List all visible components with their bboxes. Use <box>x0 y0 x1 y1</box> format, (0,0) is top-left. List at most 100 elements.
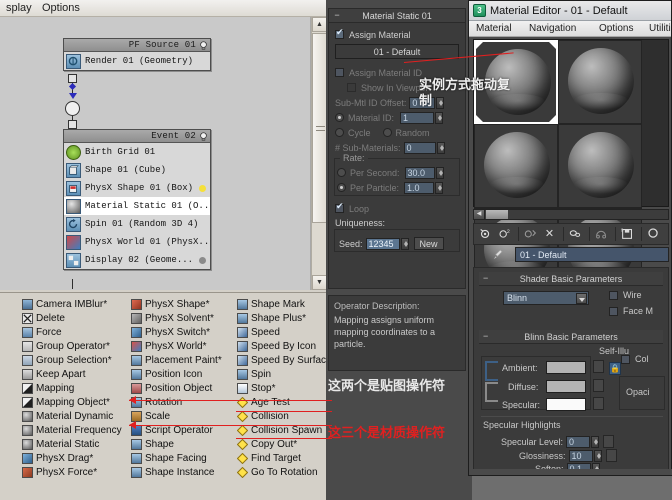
per-particle-row[interactable]: Per Particle: 1.0 <box>335 180 459 195</box>
assign-material-to-selection-icon[interactable] <box>522 226 539 243</box>
depot-item-speed-by-icon[interactable]: Speed By Icon <box>237 339 326 353</box>
per-second-field[interactable]: 30.0 <box>405 167 435 179</box>
pf-row[interactable]: Render 01 (Geometry) <box>64 52 210 70</box>
hscrollbar-thumb[interactable] <box>486 210 508 219</box>
menu-material[interactable]: Material <box>473 22 515 36</box>
put-to-library-icon[interactable]: 9 <box>619 226 636 243</box>
depot-item-scale[interactable]: Scale <box>131 409 235 423</box>
wire-row[interactable]: Wire <box>609 290 642 300</box>
menu-display[interactable]: splay <box>2 1 36 16</box>
reset-map-icon[interactable]: ✕ <box>541 226 558 243</box>
collapse-icon[interactable]: − <box>483 274 488 283</box>
material-button[interactable]: 01 - Default <box>335 44 459 59</box>
pf-row[interactable]: Display 02 (Geome... <box>64 251 210 269</box>
depot-item-delete[interactable]: Delete <box>22 311 128 325</box>
specular-level-row[interactable]: Specular Level: 0 <box>501 435 614 448</box>
depot-item-group-operator[interactable]: Group Operator* <box>22 339 128 353</box>
loop-row[interactable]: Loop <box>329 201 465 216</box>
pf-row[interactable]: PhysX Shape 01 (Box) <box>64 179 210 197</box>
depot-item-mapping[interactable]: Mapping <box>22 381 128 395</box>
glossiness-row[interactable]: Glossiness: 10 <box>519 449 617 462</box>
pf-row-selected-material-static[interactable]: Material Static 01 (O... <box>64 197 210 215</box>
rollup-header-shader-basic-parameters[interactable]: − Shader Basic Parameters <box>479 272 663 286</box>
scroll-down-arrow[interactable]: ▼ <box>312 275 327 290</box>
self-illum-color-row[interactable]: Col <box>621 354 649 364</box>
node-input-plug[interactable] <box>68 120 77 129</box>
glossiness-field[interactable]: 10 <box>569 450 593 462</box>
scroll-left-arrow[interactable]: ◀ <box>474 210 485 219</box>
depot-item-camera-imblur[interactable]: Camera IMBlur* <box>22 297 128 311</box>
menu-utilities[interactable]: Utiliti <box>646 22 672 36</box>
depot-item-copy-out[interactable]: Copy Out* <box>237 437 326 451</box>
specular-level-spinner[interactable] <box>591 436 599 448</box>
pf-node-event-02[interactable]: Event 02 Birth Grid 01 Shape 01 (Cube) <box>63 129 211 270</box>
diffuse-specular-lock-icon[interactable] <box>485 382 498 402</box>
get-material-icon[interactable] <box>477 226 494 243</box>
menu-options[interactable]: Options <box>596 22 636 36</box>
depot-item-go-to-rotation[interactable]: Go To Rotation <box>237 465 326 479</box>
cycle-radio[interactable] <box>335 128 344 137</box>
sample-slot-3[interactable] <box>474 124 558 208</box>
depot-item-physx-switch[interactable]: PhysX Switch* <box>131 325 235 339</box>
depot-item-rotation[interactable]: Rotation <box>131 395 235 409</box>
material-name-field[interactable]: 01 - Default <box>515 247 669 262</box>
collapse-icon[interactable]: − <box>483 332 488 341</box>
face-map-row[interactable]: Face M <box>609 306 653 316</box>
scrollbar-thumb[interactable] <box>312 33 327 223</box>
depot-item-speed-by-surfac[interactable]: Speed By Surfac <box>237 353 326 367</box>
depot-item-physx-world[interactable]: PhysX World* <box>131 339 235 353</box>
sample-slots-hscrollbar[interactable]: ◀ <box>473 209 669 220</box>
diffuse-color-swatch[interactable] <box>546 380 586 393</box>
depot-item-shape[interactable]: Shape <box>131 437 235 451</box>
depot-item-shape-instance[interactable]: Shape Instance <box>131 465 235 479</box>
face-map-checkbox[interactable] <box>609 307 618 316</box>
material-id-radio[interactable] <box>335 113 344 122</box>
node-connector-circle[interactable] <box>65 101 80 116</box>
shader-type-select[interactable]: Blinn <box>503 291 589 305</box>
depot-item-spin[interactable]: Spin <box>237 367 326 381</box>
depot-item-physx-solvent[interactable]: PhysX Solvent* <box>131 311 235 325</box>
depot-item-material-static[interactable]: Material Static <box>22 437 128 451</box>
depot-item-group-selection[interactable]: Group Selection* <box>22 353 128 367</box>
rollup-header-blinn-basic-parameters[interactable]: − Blinn Basic Parameters <box>479 330 663 344</box>
seed-spinner[interactable] <box>401 238 409 250</box>
material-effects-channel-icon[interactable] <box>645 226 662 243</box>
per-particle-field[interactable]: 1.0 <box>404 182 434 194</box>
depot-item-force[interactable]: Force <box>22 325 128 339</box>
show-in-viewport-checkbox[interactable] <box>347 83 356 92</box>
depot-item-position-icon[interactable]: Position Icon <box>131 367 235 381</box>
depot-item-stop[interactable]: Stop* <box>237 381 326 395</box>
glossiness-map-button[interactable] <box>606 449 617 462</box>
scroll-up-arrow[interactable]: ▲ <box>312 17 327 32</box>
lightbulb-icon[interactable] <box>199 132 208 141</box>
particle-view-scrollbar[interactable]: ▲ ▼ <box>311 17 326 290</box>
diffuse-map-button[interactable] <box>593 379 604 392</box>
glossiness-spinner[interactable] <box>594 450 602 462</box>
menu-options[interactable]: Options <box>38 1 84 16</box>
specular-level-field[interactable]: 0 <box>566 436 590 448</box>
wire-checkbox[interactable] <box>609 291 618 300</box>
specular-level-map-button[interactable] <box>603 435 614 448</box>
pf-row[interactable]: Spin 01 (Random 3D 4) <box>64 215 210 233</box>
depot-item-shape-mark[interactable]: Shape Mark <box>237 297 326 311</box>
depot-item-physx-drag[interactable]: PhysX Drag* <box>22 451 128 465</box>
new-seed-button[interactable]: New <box>414 237 444 250</box>
depot-item-mapping-object[interactable]: Mapping Object* <box>22 395 128 409</box>
lightbulb-icon[interactable] <box>199 41 208 50</box>
specular-map-button[interactable] <box>593 397 604 410</box>
per-particle-radio[interactable] <box>337 183 346 192</box>
per-particle-spinner[interactable] <box>435 182 443 194</box>
cycle-random-row[interactable]: Cycle Random <box>329 125 465 140</box>
depot-item-physx-force[interactable]: PhysX Force* <box>22 465 128 479</box>
depot-item-shape-facing[interactable]: Shape Facing <box>131 451 235 465</box>
node-output-plug[interactable] <box>68 74 77 83</box>
sample-slot-4[interactable] <box>558 124 642 208</box>
material-editor-titlebar[interactable]: 3 Material Editor - 01 - Default <box>469 1 671 21</box>
collapse-icon[interactable]: − <box>333 12 341 20</box>
seed-row[interactable]: Seed: 12345 New <box>335 236 459 251</box>
depot-item-physx-shape[interactable]: PhysX Shape* <box>131 297 235 311</box>
chevron-down-icon[interactable] <box>576 293 587 304</box>
depot-item-find-target[interactable]: Find Target <box>237 451 326 465</box>
ambient-map-button[interactable] <box>593 360 604 373</box>
assign-material-id-checkbox[interactable] <box>335 68 344 77</box>
